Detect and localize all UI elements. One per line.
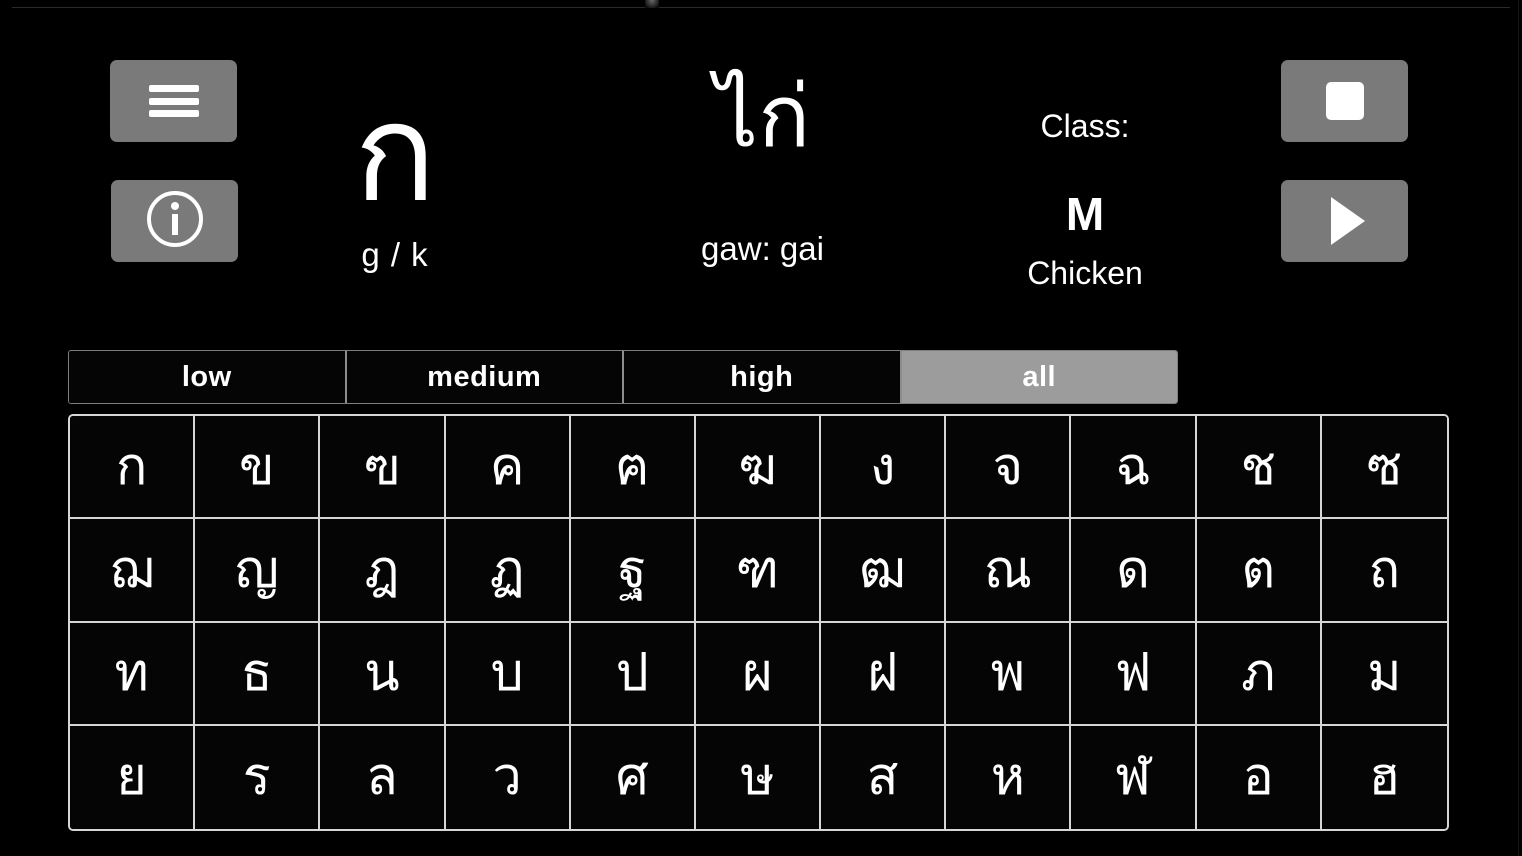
info-button[interactable] <box>111 180 238 262</box>
consonant-cell[interactable]: ก <box>70 416 196 520</box>
consonant-cell[interactable]: พ <box>946 622 1072 726</box>
consonant-cell[interactable]: ล <box>320 725 446 829</box>
consonant-cell[interactable]: ฎ <box>320 519 446 623</box>
consonant-cell[interactable]: ภ <box>1196 622 1322 726</box>
consonant-cell[interactable]: ฅ <box>570 416 696 520</box>
consonant-cell[interactable]: ฏ <box>445 519 571 623</box>
tab-high[interactable]: high <box>624 351 902 403</box>
tab-medium[interactable]: medium <box>346 351 624 403</box>
consonant-cell[interactable]: ฮ <box>1321 725 1447 829</box>
class-meaning: Chicken <box>1027 255 1143 291</box>
consonant-cell[interactable]: ฟ <box>1071 622 1197 726</box>
consonant-cell[interactable]: ฑ <box>695 519 822 623</box>
play-button[interactable] <box>1281 180 1408 262</box>
consonant-cell[interactable]: ห <box>946 725 1072 829</box>
consonant-cell[interactable]: ศ <box>570 725 696 829</box>
example-word-romanization: gaw: gai <box>701 230 824 267</box>
tab-low[interactable]: low <box>69 351 347 403</box>
consonant-cell[interactable]: ร <box>195 725 321 829</box>
consonant-cell[interactable]: ค <box>445 416 571 520</box>
consonant-cell[interactable]: อ <box>1196 725 1322 829</box>
stop-button[interactable] <box>1281 60 1408 142</box>
consonant-cell[interactable]: ญ <box>195 519 321 623</box>
class-filter-tabbar: low medium high all <box>68 350 1178 404</box>
consonant-cell[interactable]: ส <box>821 725 947 829</box>
info-circle-icon <box>145 189 205 254</box>
consonant-cell[interactable]: ว <box>445 725 571 829</box>
consonant-cell[interactable]: บ <box>445 622 571 726</box>
stop-square-icon <box>1325 82 1364 120</box>
device-top-chrome <box>0 0 1522 10</box>
consonant-cell[interactable]: ฆ <box>695 416 822 520</box>
consonant-cell[interactable]: ท <box>70 622 196 726</box>
consonant-cell[interactable]: จ <box>946 416 1072 520</box>
consonant-cell[interactable]: ธ <box>195 622 321 726</box>
current-letter-sound: g / k <box>361 236 429 273</box>
consonant-cell[interactable]: ป <box>570 622 696 726</box>
camera-notch <box>645 0 659 8</box>
consonant-grid: กขฃคฅฆงจฉชซฌญฎฏฐฑฒณดตถทธนบปผฝพฟภมยรลวศษส… <box>68 414 1449 831</box>
class-label: Class: <box>1040 108 1130 144</box>
hamburger-menu-icon <box>148 85 199 117</box>
play-triangle-icon <box>1330 197 1365 245</box>
consonant-cell[interactable]: ข <box>195 416 321 520</box>
consonant-class-block: Class: M Chicken <box>965 108 1205 292</box>
consonant-cell[interactable]: ษ <box>695 725 822 829</box>
consonant-cell[interactable]: ด <box>1071 519 1197 623</box>
consonant-cell[interactable]: น <box>320 622 446 726</box>
current-letter-glyph: ก <box>353 75 437 233</box>
consonant-cell[interactable]: ฉ <box>1071 416 1197 520</box>
example-word-thai: ไก่ <box>714 67 811 167</box>
consonant-cell[interactable]: ถ <box>1321 519 1447 623</box>
consonant-cell[interactable]: ม <box>1321 622 1447 726</box>
example-word-block: ไก่ gaw: gai <box>630 40 895 268</box>
consonant-cell[interactable]: ฬ <box>1071 725 1197 829</box>
consonant-cell[interactable]: ผ <box>695 622 822 726</box>
consonant-cell[interactable]: ฌ <box>70 519 196 623</box>
consonant-cell[interactable]: ณ <box>946 519 1072 623</box>
consonant-cell[interactable]: ฒ <box>821 519 947 623</box>
consonant-cell[interactable]: ฃ <box>320 416 446 520</box>
menu-button[interactable] <box>110 60 237 142</box>
class-value: M <box>1065 188 1105 240</box>
tab-all[interactable]: all <box>901 351 1177 403</box>
consonant-cell[interactable]: ช <box>1196 416 1322 520</box>
consonant-cell[interactable]: ง <box>821 416 947 520</box>
consonant-cell[interactable]: ย <box>70 725 196 829</box>
consonant-cell[interactable]: ซ <box>1321 416 1447 520</box>
chrome-hairline <box>12 7 1510 8</box>
consonant-cell[interactable]: ฐ <box>570 519 696 623</box>
consonant-cell[interactable]: ฝ <box>821 622 947 726</box>
header-panel: ก g / k ไก่ gaw: gai Class: M Chicken <box>0 10 1522 330</box>
consonant-cell[interactable]: ต <box>1196 519 1322 623</box>
current-letter-block: ก g / k <box>300 52 490 274</box>
